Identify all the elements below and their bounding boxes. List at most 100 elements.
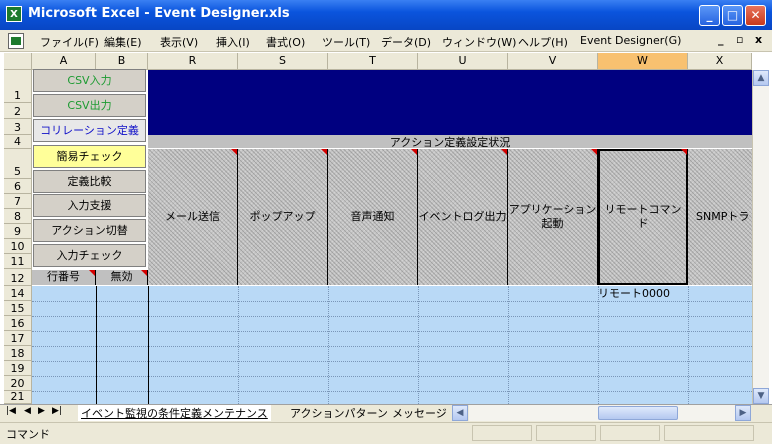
menu-file[interactable]: ファイル(F) [40,34,99,50]
grid-line [32,316,752,317]
menu-view[interactable]: 表示(V) [160,34,198,50]
menu-help[interactable]: ヘルプ(H) [518,34,568,50]
menu-window[interactable]: ウィンドウ(W) [442,34,516,50]
label-line-number[interactable]: 行番号 [32,270,96,285]
comment-indicator [321,149,327,155]
menu-edit[interactable]: 編集(E) [104,34,142,50]
grid-line [32,331,752,332]
comment-indicator [501,149,507,155]
tab-next-icon[interactable]: ▶ [38,406,45,416]
doc-restore-button[interactable]: ▫ [736,33,743,46]
menu-data[interactable]: データ(D) [381,34,431,50]
window-title: Microsoft Excel - Event Designer.xls [28,6,290,21]
row-header-9[interactable]: 9 [4,224,32,239]
csv-import-button[interactable]: CSV入力 [33,69,146,92]
row-header-3[interactable]: 3 [4,119,32,135]
col-divider [148,286,149,404]
col-header-r[interactable]: R [148,53,238,70]
grid-line [418,286,419,404]
header-snmp-trap[interactable]: SNMPトラ [688,149,752,285]
menu-event-designer[interactable]: Event Designer(G) [580,34,681,47]
header-remote-command[interactable]: リモートコマンド [598,149,688,285]
row-header-6[interactable]: 6 [4,179,32,194]
status-text: コマンド [6,428,50,441]
input-check-button[interactable]: 入力チェック [33,244,146,267]
data-area[interactable] [32,286,752,404]
menu-tools[interactable]: ツール(T) [322,34,370,50]
tab-last-icon[interactable]: ▶| [52,406,62,416]
tab-prev-icon[interactable]: ◀ [24,406,31,416]
header-mail-send[interactable]: メール送信 [148,149,238,285]
horizontal-scroll-thumb[interactable] [598,406,678,420]
cell-w14[interactable]: リモート0000 [598,286,670,301]
header-voice-notify[interactable]: 音声通知 [328,149,418,285]
comment-indicator [89,270,95,276]
col-header-x[interactable]: X [688,53,752,70]
row-header-12[interactable]: 12 [4,269,32,286]
correlation-definition-button[interactable]: コリレーション定義 [33,119,146,142]
row-header-17[interactable]: 17 [4,331,32,346]
row-header-10[interactable]: 10 [4,239,32,254]
row-header-18[interactable]: 18 [4,346,32,361]
grid-line [328,286,329,404]
hscroll-right-button[interactable]: ▶ [735,405,751,421]
scroll-down-button[interactable]: ▼ [753,388,769,404]
row-header-4[interactable]: 4 [4,135,32,149]
col-header-v[interactable]: V [508,53,598,70]
row-header-2[interactable]: 2 [4,103,32,119]
status-panel [664,425,754,441]
simple-check-button[interactable]: 簡易チェック [33,145,146,168]
scroll-up-button[interactable]: ▲ [753,70,769,86]
action-switch-button[interactable]: アクション切替 [33,219,146,242]
grid-line [598,286,599,404]
header-eventlog-output[interactable]: イベントログ出力 [418,149,508,285]
col-header-t[interactable]: T [328,53,418,70]
input-support-button[interactable]: 入力支援 [33,194,146,217]
col-header-a[interactable]: A [32,53,96,70]
menu-insert[interactable]: 挿入(I) [216,34,250,50]
header-popup[interactable]: ポップアップ [238,149,328,285]
comment-indicator [591,149,597,155]
select-all-corner[interactable] [4,53,32,70]
close-button[interactable]: ✕ [745,5,766,26]
row-header-19[interactable]: 19 [4,361,32,376]
minimize-button[interactable]: _ [699,5,720,26]
row-header-15[interactable]: 15 [4,301,32,316]
tab-first-icon[interactable]: |◀ [6,406,16,416]
row-header-14[interactable]: 14 [4,286,32,301]
row-header-20[interactable]: 20 [4,376,32,391]
row-header-5[interactable]: 5 [4,149,32,179]
grid-line [238,286,239,404]
row-header-16[interactable]: 16 [4,316,32,331]
header-app-launch[interactable]: アプリケーション 起動 [508,149,598,285]
grid-line [32,376,752,377]
hscroll-left-button[interactable]: ◀ [452,405,468,421]
status-panel [600,425,660,441]
row-header-21[interactable]: 21 [4,390,32,404]
row-header-7[interactable]: 7 [4,194,32,209]
row-header-8[interactable]: 8 [4,209,32,224]
col-header-s[interactable]: S [238,53,328,70]
definition-compare-button[interactable]: 定義比較 [33,170,146,193]
col-divider [96,286,97,404]
menu-format[interactable]: 書式(O) [266,34,305,50]
row-header-11[interactable]: 11 [4,254,32,269]
col-header-u[interactable]: U [418,53,508,70]
csv-export-button[interactable]: CSV出力 [33,94,146,117]
doc-minimize-button[interactable]: _ [718,33,724,46]
tab-event-monitor[interactable]: イベント監視の条件定義メンテナンス [78,405,271,421]
col-header-w[interactable]: W [598,53,688,70]
comment-indicator [411,149,417,155]
row-header-1[interactable]: 1 [4,70,32,103]
excel-app-icon[interactable]: X [6,6,22,22]
maximize-button[interactable]: □ [722,5,743,26]
grid-line [508,286,509,404]
col-header-b[interactable]: B [96,53,148,70]
workbook-icon[interactable] [8,33,24,49]
scroll-track[interactable] [753,88,769,388]
comment-indicator [681,149,687,155]
doc-close-button[interactable]: x [755,33,762,46]
tab-message[interactable]: メッセージ [392,405,447,421]
comment-indicator [231,149,237,155]
tab-action-pattern[interactable]: アクションパターン [290,405,388,421]
